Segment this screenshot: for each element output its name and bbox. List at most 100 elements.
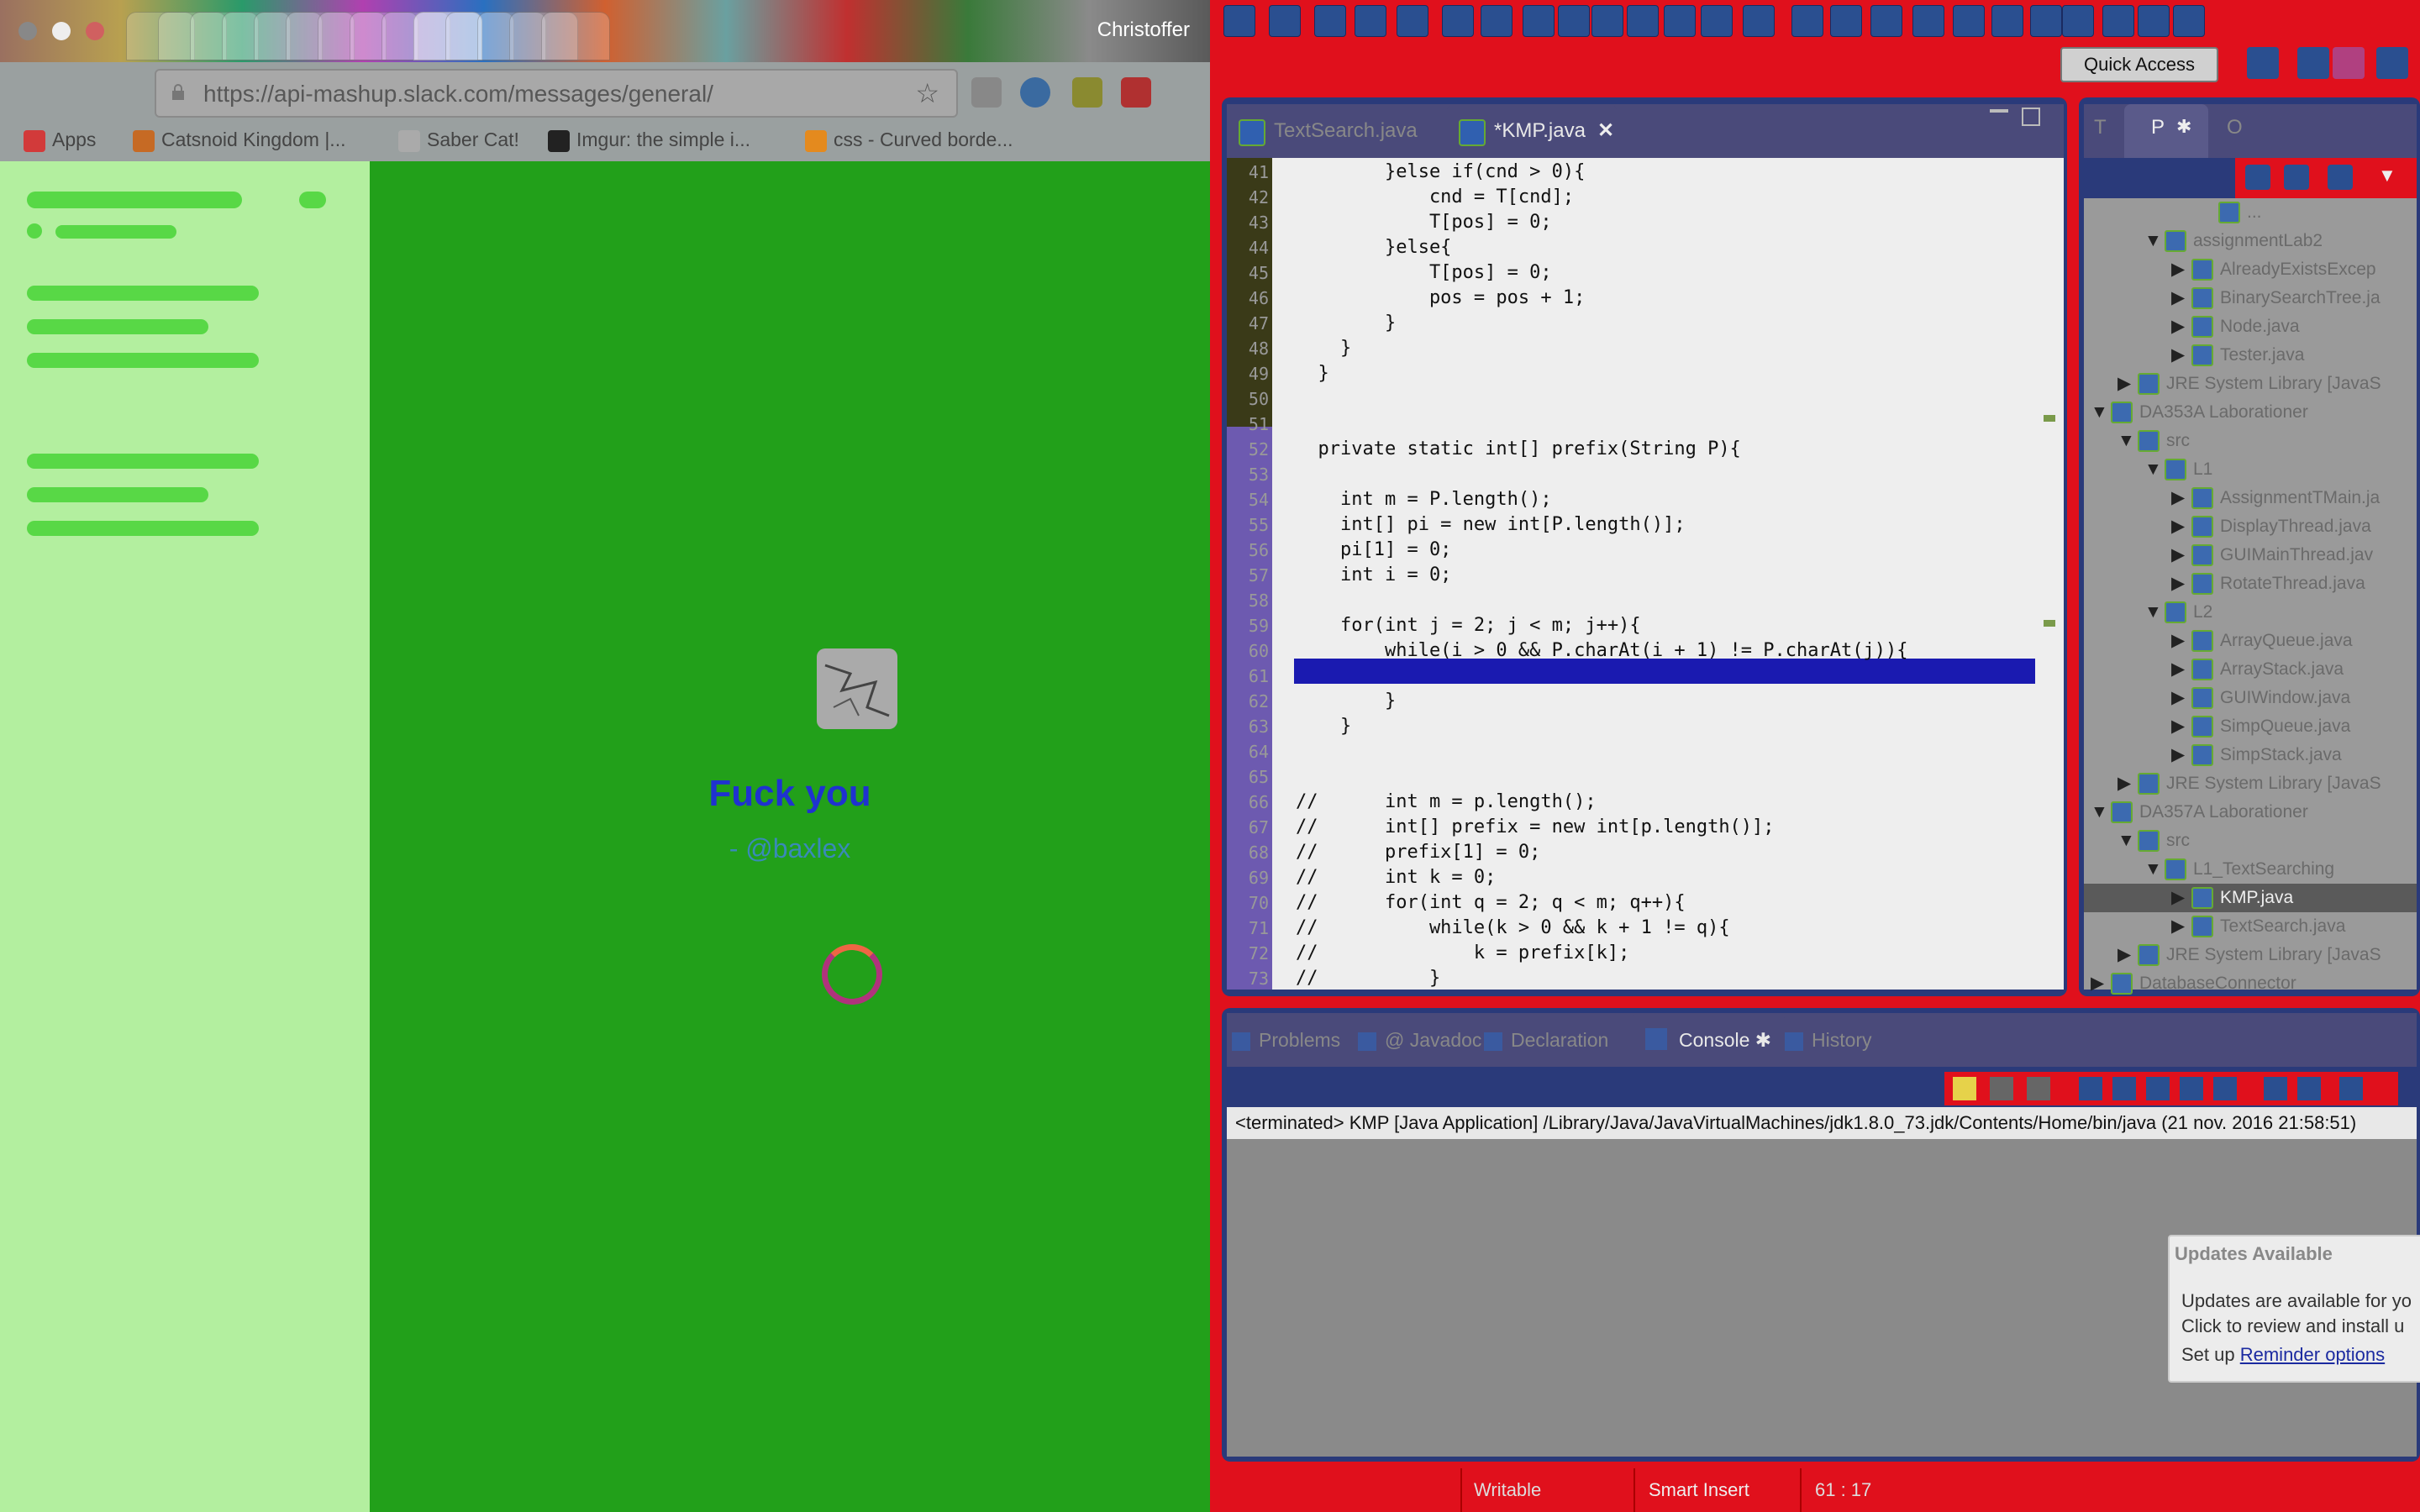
toolbar-button[interactable] <box>1743 5 1775 37</box>
tree-item[interactable]: ▼ src <box>2084 827 2417 855</box>
tree-item[interactable]: ▶ ArrayStack.java <box>2084 655 2417 684</box>
code-line[interactable]: pos = pos + 1; <box>1296 286 1585 311</box>
chevron-down-icon[interactable]: ▼ <box>2118 427 2135 455</box>
reminder-options-link[interactable]: Reminder options <box>2240 1344 2385 1365</box>
quick-access-field[interactable]: Quick Access <box>2060 47 2218 82</box>
chevron-right-icon[interactable]: ▶ <box>2171 484 2188 512</box>
chevron-right-icon[interactable]: ▶ <box>2171 884 2188 912</box>
toolbar-button[interactable] <box>1830 5 1862 37</box>
tab-outline[interactable]: O <box>2227 116 2243 139</box>
toolbar-button[interactable] <box>1269 5 1301 37</box>
debug-perspective-icon[interactable] <box>2376 47 2408 79</box>
tree-item[interactable]: ... <box>2084 198 2417 227</box>
remove-all-icon[interactable] <box>2027 1077 2050 1100</box>
tree-item[interactable]: ▶ RotateThread.java <box>2084 570 2417 598</box>
link-editor-icon[interactable] <box>2284 165 2309 190</box>
toolbar-button[interactable] <box>1627 5 1659 37</box>
chevron-down-icon[interactable]: ▼ <box>2144 227 2162 255</box>
code-line[interactable]: // while(k > 0 && k + 1 != q){ <box>1296 916 1730 941</box>
code-line[interactable]: }else{ <box>1296 235 1451 260</box>
show-on-stderr-icon[interactable] <box>2213 1077 2237 1100</box>
tree-item[interactable]: ▶ JRE System Library [JavaS <box>2084 370 2417 398</box>
tree-item[interactable]: ▶ DisplayThread.java <box>2084 512 2417 541</box>
code-line[interactable]: int i = 0; <box>1296 563 1451 588</box>
tree-item[interactable]: ▼ L2 <box>2084 598 2417 627</box>
chevron-down-icon[interactable]: ▼ <box>2378 165 2396 186</box>
code-line[interactable]: // k = prefix[k]; <box>1296 941 1629 966</box>
tab-package-explorer[interactable] <box>2124 104 2208 158</box>
chevron-right-icon[interactable]: ▶ <box>2171 312 2188 341</box>
chevron-right-icon[interactable]: ▶ <box>2171 541 2188 570</box>
code-line[interactable]: // int k = 0; <box>1296 865 1496 890</box>
console-tab-1[interactable]: @ Javadoc <box>1358 1013 1481 1067</box>
open-console-icon[interactable] <box>2297 1077 2321 1100</box>
overview-ruler-mark[interactable] <box>2044 415 2055 422</box>
chevron-right-icon[interactable]: ▶ <box>2171 341 2188 370</box>
chevron-right-icon[interactable]: ▶ <box>2118 370 2134 398</box>
code-line[interactable]: } <box>1296 689 1396 714</box>
pin-console-icon[interactable] <box>2146 1077 2170 1100</box>
close-icon[interactable]: ✕ <box>1597 119 1614 142</box>
word-wrap-icon[interactable] <box>2112 1077 2136 1100</box>
chevron-right-icon[interactable]: ▶ <box>2171 684 2188 712</box>
console-tab-3[interactable]: Console ✱ <box>1632 1013 1786 1067</box>
cast-icon[interactable] <box>971 77 1002 108</box>
toolbar-button[interactable] <box>1591 5 1623 37</box>
address-bar[interactable]: https://api-mashup.slack.com/messages/ge… <box>155 69 958 118</box>
tree-item[interactable]: ▶ KMP.java <box>2084 884 2417 912</box>
minimize-editor-icon[interactable] <box>1990 109 2008 113</box>
console-tab-2[interactable]: Declaration <box>1484 1013 1608 1067</box>
tree-item[interactable]: ▶ SimpQueue.java <box>2084 712 2417 741</box>
remove-launch-icon[interactable] <box>1990 1077 2013 1100</box>
tree-item[interactable]: ▶ JRE System Library [JavaS <box>2084 941 2417 969</box>
chevron-right-icon[interactable]: ▶ <box>2171 512 2188 541</box>
code-line[interactable]: int[] pi = new int[P.length()]; <box>1296 512 1686 538</box>
tree-item[interactable]: ▼ DA353A Laborationer <box>2084 398 2417 427</box>
code-line[interactable]: } <box>1296 714 1351 739</box>
code-line[interactable]: T[pos] = 0; <box>1296 210 1552 235</box>
toolbar-button[interactable] <box>1314 5 1346 37</box>
tree-item[interactable]: ▶ GUIMainThread.jav <box>2084 541 2417 570</box>
toolbar-button[interactable] <box>1870 5 1902 37</box>
view-menu-icon[interactable] <box>2328 165 2353 190</box>
chevron-right-icon[interactable]: ▶ <box>2118 941 2134 969</box>
code-line[interactable]: for(int j = 2; j < m; j++){ <box>1296 613 1641 638</box>
extension-badge-icon[interactable] <box>1121 77 1151 108</box>
toolbar-button[interactable] <box>1481 5 1512 37</box>
tree-item[interactable]: ▶ JRE System Library [JavaS <box>2084 769 2417 798</box>
code-line[interactable]: }else if(cnd > 0){ <box>1296 160 1585 185</box>
chevron-down-icon[interactable]: ▼ <box>2091 798 2108 827</box>
chevron-right-icon[interactable]: ▶ <box>2171 627 2188 655</box>
updates-available-popup[interactable]: Updates Available Updates are available … <box>2168 1235 2420 1383</box>
code-line[interactable]: int m = P.length(); <box>1296 487 1552 512</box>
toolbar-button[interactable] <box>1953 5 1985 37</box>
tree-item[interactable]: ▶ DatabaseConnector <box>2084 969 2417 998</box>
toolbar-button[interactable] <box>1701 5 1733 37</box>
toolbar-button[interactable] <box>1355 5 1386 37</box>
code-line[interactable]: } <box>1296 311 1396 336</box>
close-icon[interactable]: ✱ <box>2176 116 2191 138</box>
bookmark-4[interactable]: css - Curved borde... <box>805 126 1013 153</box>
chevron-right-icon[interactable]: ▶ <box>2118 769 2134 798</box>
toolbar-button[interactable] <box>1991 5 2023 37</box>
code-line[interactable]: // for(int q = 2; q < m; q++){ <box>1296 890 1686 916</box>
minimize-window-button[interactable] <box>52 22 71 40</box>
toolbar-button[interactable] <box>1523 5 1555 37</box>
tree-item[interactable]: ▶ Tester.java <box>2084 341 2417 370</box>
tab-textsearch-java[interactable]: TextSearch.java <box>1227 104 1437 158</box>
chevron-down-icon[interactable]: ▼ <box>2144 455 2162 484</box>
code-line[interactable]: } <box>1296 336 1351 361</box>
toolbar-button[interactable] <box>2102 5 2134 37</box>
chevron-right-icon[interactable]: ▶ <box>2091 969 2107 998</box>
profile-name[interactable]: Christoffer <box>1097 18 1190 42</box>
extension-icon[interactable] <box>1072 77 1102 108</box>
code-line[interactable]: while(i > 0 && P.charAt(i + 1) != P.char… <box>1296 638 1908 664</box>
chevron-down-icon[interactable]: ▼ <box>2144 598 2162 627</box>
toolbar-button[interactable] <box>2062 5 2094 37</box>
bookmark-star-icon[interactable]: ☆ <box>915 77 939 109</box>
terminate-icon[interactable] <box>1953 1077 1976 1100</box>
toolbar-button[interactable] <box>2173 5 2205 37</box>
console-tab-4[interactable]: History <box>1785 1013 1872 1067</box>
java-perspective-icon[interactable] <box>2333 47 2365 79</box>
code-line[interactable]: cnd = T[cnd]; <box>1296 185 1574 210</box>
